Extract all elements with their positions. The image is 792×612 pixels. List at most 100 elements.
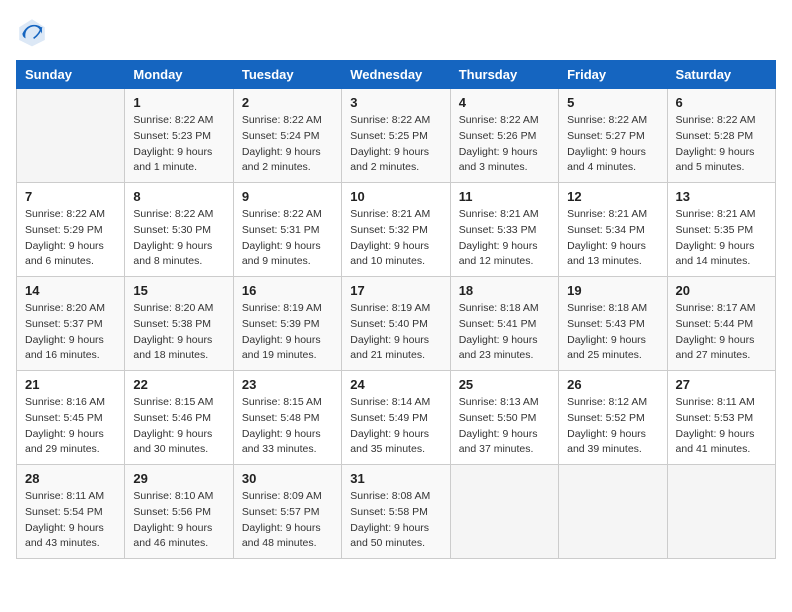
weekday-header-monday: Monday — [125, 61, 233, 89]
calendar-row-3: 21Sunrise: 8:16 AMSunset: 5:45 PMDayligh… — [17, 371, 776, 465]
calendar-cell: 31 Sunrise: 8:08 AMSunset: 5:58 PMDayligh… — [342, 465, 450, 559]
calendar-cell: 14Sunrise: 8:20 AMSunset: 5:37 PMDayligh… — [17, 277, 125, 371]
day-number: 3 — [350, 95, 441, 110]
day-number: 16 — [242, 283, 333, 298]
cell-info: Sunrise: 8:22 AMSunset: 5:30 PMDaylight:… — [133, 207, 224, 270]
calendar-row-4: 28 Sunrise: 8:11 AMSunset: 5:54 PMDayligh… — [17, 465, 776, 559]
cell-info: Sunrise: 8:08 AMSunset: 5:58 PMDaylight:… — [350, 489, 441, 552]
cell-info: Sunrise: 8:17 AMSunset: 5:44 PMDaylight:… — [676, 301, 767, 364]
cell-info: Sunrise: 8:15 AMSunset: 5:48 PMDaylight:… — [242, 395, 333, 458]
day-number: 30 — [242, 471, 333, 486]
cell-info: Sunrise: 8:11 AMSunset: 5:53 PMDaylight:… — [676, 395, 767, 458]
page-header — [16, 16, 776, 48]
cell-info: Sunrise: 8:20 AMSunset: 5:38 PMDaylight:… — [133, 301, 224, 364]
cell-info: Sunrise: 8:19 AMSunset: 5:40 PMDaylight:… — [350, 301, 441, 364]
cell-info: Sunrise: 8:22 AMSunset: 5:23 PMDaylight:… — [133, 113, 224, 176]
cell-info: Sunrise: 8:16 AMSunset: 5:45 PMDaylight:… — [25, 395, 116, 458]
calendar-cell — [667, 465, 775, 559]
weekday-header-row: SundayMondayTuesdayWednesdayThursdayFrid… — [17, 61, 776, 89]
cell-info: Sunrise: 8:22 AMSunset: 5:31 PMDaylight:… — [242, 207, 333, 270]
calendar-cell — [559, 465, 667, 559]
calendar-cell: 13 Sunrise: 8:21 AMSunset: 5:35 PMDayligh… — [667, 183, 775, 277]
day-number: 20 — [676, 283, 767, 298]
calendar-cell: 16 Sunrise: 8:19 AMSunset: 5:39 PMDayligh… — [233, 277, 341, 371]
calendar-cell: 28 Sunrise: 8:11 AMSunset: 5:54 PMDayligh… — [17, 465, 125, 559]
day-number: 7 — [25, 189, 116, 204]
calendar-cell: 9 Sunrise: 8:22 AMSunset: 5:31 PMDaylight… — [233, 183, 341, 277]
calendar-row-1: 7 Sunrise: 8:22 AMSunset: 5:29 PMDaylight… — [17, 183, 776, 277]
calendar-cell: 7 Sunrise: 8:22 AMSunset: 5:29 PMDaylight… — [17, 183, 125, 277]
weekday-header-wednesday: Wednesday — [342, 61, 450, 89]
day-number: 1 — [133, 95, 224, 110]
day-number: 25 — [459, 377, 550, 392]
weekday-header-tuesday: Tuesday — [233, 61, 341, 89]
calendar-cell: 17 Sunrise: 8:19 AMSunset: 5:40 PMDayligh… — [342, 277, 450, 371]
day-number: 17 — [350, 283, 441, 298]
calendar-cell: 4 Sunrise: 8:22 AMSunset: 5:26 PMDaylight… — [450, 89, 558, 183]
day-number: 26 — [567, 377, 658, 392]
day-number: 5 — [567, 95, 658, 110]
calendar-cell: 23 Sunrise: 8:15 AMSunset: 5:48 PMDayligh… — [233, 371, 341, 465]
cell-info: Sunrise: 8:21 AMSunset: 5:32 PMDaylight:… — [350, 207, 441, 270]
weekday-header-sunday: Sunday — [17, 61, 125, 89]
cell-info: Sunrise: 8:21 AMSunset: 5:34 PMDaylight:… — [567, 207, 658, 270]
calendar-cell: 26 Sunrise: 8:12 AMSunset: 5:52 PMDayligh… — [559, 371, 667, 465]
calendar-cell: 21Sunrise: 8:16 AMSunset: 5:45 PMDayligh… — [17, 371, 125, 465]
cell-info: Sunrise: 8:22 AMSunset: 5:24 PMDaylight:… — [242, 113, 333, 176]
day-number: 31 — [350, 471, 441, 486]
cell-info: Sunrise: 8:22 AMSunset: 5:25 PMDaylight:… — [350, 113, 441, 176]
cell-info: Sunrise: 8:15 AMSunset: 5:46 PMDaylight:… — [133, 395, 224, 458]
day-number: 10 — [350, 189, 441, 204]
cell-info: Sunrise: 8:22 AMSunset: 5:27 PMDaylight:… — [567, 113, 658, 176]
calendar-cell: 2 Sunrise: 8:22 AMSunset: 5:24 PMDaylight… — [233, 89, 341, 183]
day-number: 23 — [242, 377, 333, 392]
cell-info: Sunrise: 8:21 AMSunset: 5:35 PMDaylight:… — [676, 207, 767, 270]
weekday-header-friday: Friday — [559, 61, 667, 89]
cell-info: Sunrise: 8:10 AMSunset: 5:56 PMDaylight:… — [133, 489, 224, 552]
day-number: 15 — [133, 283, 224, 298]
calendar-header: SundayMondayTuesdayWednesdayThursdayFrid… — [17, 61, 776, 89]
cell-info: Sunrise: 8:14 AMSunset: 5:49 PMDaylight:… — [350, 395, 441, 458]
day-number: 24 — [350, 377, 441, 392]
cell-info: Sunrise: 8:12 AMSunset: 5:52 PMDaylight:… — [567, 395, 658, 458]
calendar-cell: 11Sunrise: 8:21 AMSunset: 5:33 PMDayligh… — [450, 183, 558, 277]
day-number: 2 — [242, 95, 333, 110]
day-number: 28 — [25, 471, 116, 486]
calendar-table: SundayMondayTuesdayWednesdayThursdayFrid… — [16, 60, 776, 559]
generalblue-logo-icon — [16, 16, 48, 48]
day-number: 4 — [459, 95, 550, 110]
cell-info: Sunrise: 8:18 AMSunset: 5:43 PMDaylight:… — [567, 301, 658, 364]
calendar-cell: 3 Sunrise: 8:22 AMSunset: 5:25 PMDaylight… — [342, 89, 450, 183]
calendar-cell: 19Sunrise: 8:18 AMSunset: 5:43 PMDayligh… — [559, 277, 667, 371]
calendar-cell: 10 Sunrise: 8:21 AMSunset: 5:32 PMDayligh… — [342, 183, 450, 277]
day-number: 29 — [133, 471, 224, 486]
cell-info: Sunrise: 8:09 AMSunset: 5:57 PMDaylight:… — [242, 489, 333, 552]
weekday-header-thursday: Thursday — [450, 61, 558, 89]
logo — [16, 16, 54, 48]
cell-info: Sunrise: 8:19 AMSunset: 5:39 PMDaylight:… — [242, 301, 333, 364]
cell-info: Sunrise: 8:11 AMSunset: 5:54 PMDaylight:… — [25, 489, 116, 552]
calendar-cell: 24 Sunrise: 8:14 AMSunset: 5:49 PMDayligh… — [342, 371, 450, 465]
calendar-cell: 30 Sunrise: 8:09 AMSunset: 5:57 PMDayligh… — [233, 465, 341, 559]
cell-info: Sunrise: 8:18 AMSunset: 5:41 PMDaylight:… — [459, 301, 550, 364]
cell-info: Sunrise: 8:21 AMSunset: 5:33 PMDaylight:… — [459, 207, 550, 270]
calendar-cell: 12Sunrise: 8:21 AMSunset: 5:34 PMDayligh… — [559, 183, 667, 277]
cell-info: Sunrise: 8:22 AMSunset: 5:29 PMDaylight:… — [25, 207, 116, 270]
weekday-header-saturday: Saturday — [667, 61, 775, 89]
calendar-cell: 25Sunrise: 8:13 AMSunset: 5:50 PMDayligh… — [450, 371, 558, 465]
day-number: 14 — [25, 283, 116, 298]
day-number: 22 — [133, 377, 224, 392]
cell-info: Sunrise: 8:22 AMSunset: 5:28 PMDaylight:… — [676, 113, 767, 176]
calendar-cell: 27 Sunrise: 8:11 AMSunset: 5:53 PMDayligh… — [667, 371, 775, 465]
day-number: 18 — [459, 283, 550, 298]
calendar-cell: 1 Sunrise: 8:22 AMSunset: 5:23 PMDaylight… — [125, 89, 233, 183]
day-number: 6 — [676, 95, 767, 110]
day-number: 13 — [676, 189, 767, 204]
calendar-cell — [17, 89, 125, 183]
calendar-cell: 18 Sunrise: 8:18 AMSunset: 5:41 PMDayligh… — [450, 277, 558, 371]
day-number: 27 — [676, 377, 767, 392]
cell-info: Sunrise: 8:22 AMSunset: 5:26 PMDaylight:… — [459, 113, 550, 176]
calendar-cell: 5 Sunrise: 8:22 AMSunset: 5:27 PMDaylight… — [559, 89, 667, 183]
day-number: 9 — [242, 189, 333, 204]
calendar-cell: 22 Sunrise: 8:15 AMSunset: 5:46 PMDayligh… — [125, 371, 233, 465]
